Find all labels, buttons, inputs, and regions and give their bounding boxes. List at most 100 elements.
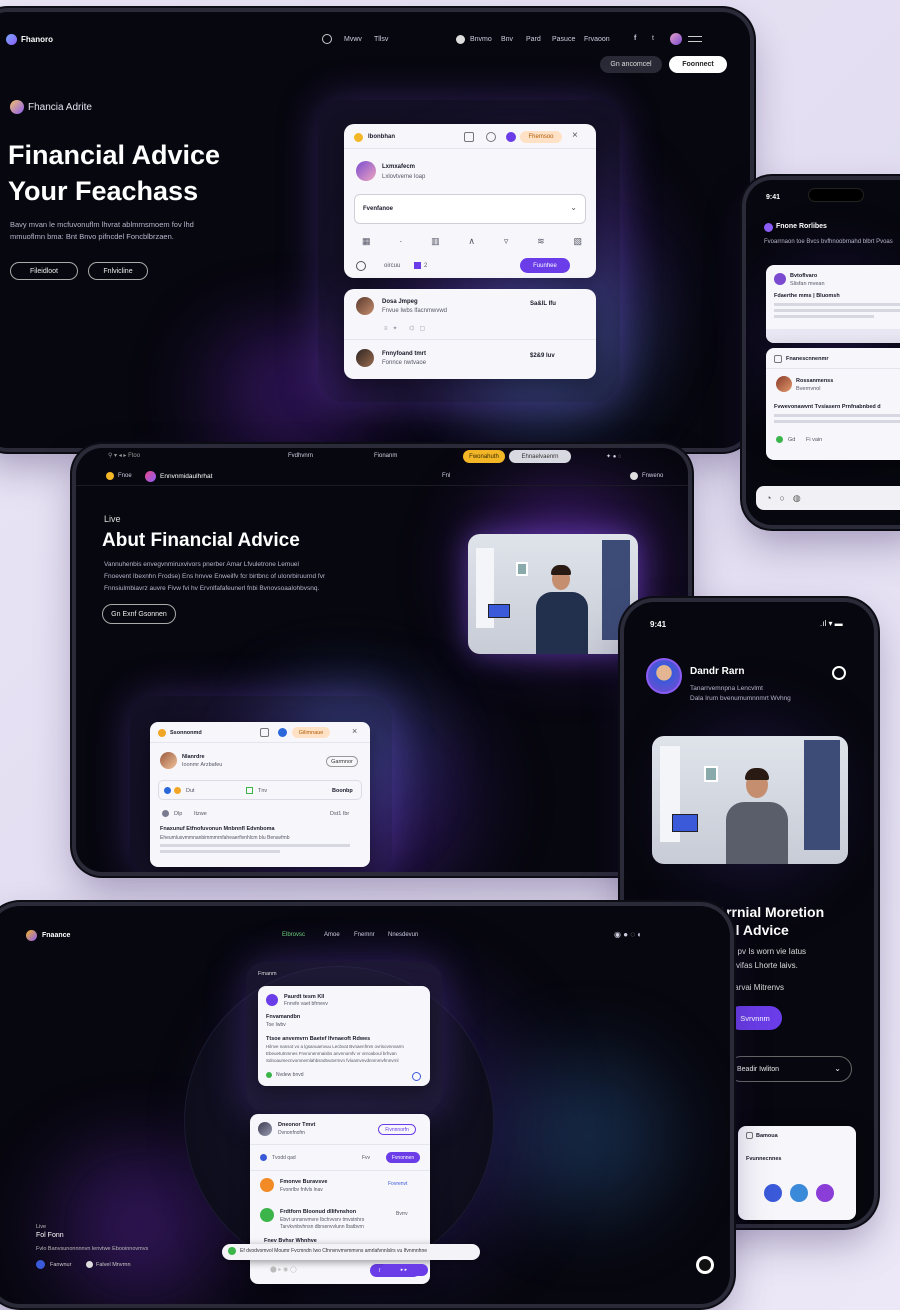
p2-cta-button[interactable]: Svrvnnm — [728, 1006, 782, 1030]
p2-mini-avatar-3[interactable] — [816, 1184, 834, 1202]
nav-right-1[interactable]: Bnvmo — [470, 36, 492, 43]
t3-brand[interactable]: Fnaance — [42, 932, 70, 939]
p2-mini-avatar-1[interactable] — [764, 1184, 782, 1202]
person-hair — [551, 565, 571, 575]
grid-icon[interactable]: ▧ — [573, 236, 582, 246]
tab-icon[interactable]: ◍ — [793, 493, 801, 504]
nav-right-5[interactable]: Frvaoon — [584, 36, 610, 43]
close-icon[interactable]: × — [572, 130, 578, 141]
t3-foot-2[interactable]: Falvel Mnvrnn — [96, 1262, 131, 1268]
globe-icon[interactable] — [322, 34, 332, 44]
t2-gold-button[interactable]: Fwonahuth — [463, 450, 505, 463]
t2-chip-icon-2[interactable] — [174, 787, 181, 794]
t2-grey-button[interactable]: Ehnaelvaenrn — [509, 450, 571, 463]
social-icon[interactable]: t — [652, 35, 654, 42]
t2-chip-icon-1[interactable] — [164, 787, 171, 794]
t3-widget2-name: Dneonor Tmvt — [278, 1122, 316, 1128]
list-name-2[interactable]: Fnnyfoand tmrt — [382, 351, 426, 357]
toggle-icon[interactable] — [356, 261, 366, 271]
t2-chip-icon-3[interactable] — [246, 787, 253, 794]
brand-name[interactable]: Fhanoro — [21, 35, 53, 44]
p2-advisor-photo[interactable] — [652, 736, 848, 864]
phone-device-1: 9:41 Fnone Rorlibes Fvoarrnaon toe Bvcs … — [746, 180, 900, 525]
hero-cta-2[interactable]: Fnlvicline — [88, 262, 148, 280]
dash-icon[interactable]: · — [399, 236, 402, 246]
p2-profile-avatar[interactable] — [646, 658, 682, 694]
t3-nav-2[interactable]: Amoe — [324, 932, 340, 938]
nav-right-2[interactable]: Bnv — [501, 36, 513, 43]
facebook-icon[interactable]: f — [634, 35, 636, 42]
t2-chip-1[interactable]: Dut — [186, 788, 195, 794]
profile-avatar[interactable] — [670, 33, 682, 45]
nav-right-3[interactable]: Pard — [526, 36, 541, 43]
share-icon[interactable]: ◔ — [766, 493, 771, 503]
t2-widget-icon-1[interactable] — [260, 728, 269, 737]
t3-bottom-cta[interactable]: ▸ ▸ — [380, 1264, 428, 1276]
t2-cta-button[interactable]: Gn Exnf Gsonnen — [102, 604, 176, 624]
t3-item1[interactable]: Fmonve Buravsve — [280, 1179, 327, 1185]
menu-icon[interactable] — [688, 36, 702, 42]
t3-widget2-badge[interactable]: Fivnnnorfn — [378, 1124, 416, 1135]
primary-nav-button[interactable]: Foonnect — [669, 56, 727, 73]
widget-icon-3[interactable] — [506, 132, 516, 142]
nav-link-1[interactable]: Mvwv — [344, 36, 362, 43]
list-meta-row: ≡ ✦ ⌬ ▢ — [384, 326, 426, 332]
widget-logo-icon — [354, 133, 363, 142]
t2-widget-icon-2[interactable] — [278, 728, 287, 737]
t3-nav-4[interactable]: Nnesdevun — [388, 932, 418, 938]
t2-nav-1[interactable]: Fvdhvnrn — [288, 453, 313, 459]
t2-widget-badge[interactable]: Gilimnaue — [292, 727, 330, 738]
t2-user-icon[interactable] — [630, 472, 638, 480]
widget-icon-2[interactable] — [486, 132, 496, 142]
user-icon[interactable] — [456, 35, 465, 44]
chart-icon[interactable]: ▥ — [431, 236, 440, 246]
chip-2[interactable]: Fi vain — [806, 437, 822, 443]
p2-search-icon[interactable] — [832, 666, 846, 680]
t3-home-button[interactable] — [696, 1256, 714, 1274]
graph-icon[interactable]: ≋ — [537, 236, 545, 246]
select-field[interactable]: Fvenfanoe ⌄ — [354, 194, 586, 224]
t3-window-icons[interactable]: ◉ ● ◌ ◐ — [614, 930, 642, 939]
t2-chip-3[interactable]: Boonbp — [332, 788, 353, 794]
t3-widget1-action-icon[interactable] — [412, 1072, 421, 1081]
booking-widget: Ibonbhan Fhemsoo × Lxmxafecm Lxlovtveme … — [344, 124, 596, 278]
list-name-1[interactable]: Dosa Jmpeg — [382, 299, 418, 305]
t3-foot-icon-1[interactable] — [36, 1260, 45, 1269]
checkbox-icon[interactable] — [414, 262, 421, 269]
t2-nav-right[interactable]: Fnweno — [642, 473, 663, 479]
chip-1[interactable]: Gd — [788, 437, 795, 443]
widget-icon-1[interactable] — [464, 132, 474, 142]
circle-icon[interactable]: ○ — [779, 493, 784, 503]
p2-dropdown[interactable]: Beadir Iwliton ⌄ — [728, 1056, 852, 1082]
t3-nav-1[interactable]: Elbrovsc — [282, 932, 305, 938]
calendar-icon[interactable]: ▦ — [362, 236, 371, 246]
t2-brand[interactable]: Fnoe — [118, 473, 132, 479]
secondary-nav-button[interactable]: Gn ancomcel — [600, 56, 662, 73]
t3-nav-3[interactable]: Fnemnr — [354, 932, 375, 938]
t2-widget-action[interactable]: Garmnor — [326, 756, 358, 767]
t2-nav-2[interactable]: Fionanm — [374, 453, 397, 459]
t2-brand2[interactable]: Ennvnmidaulhrhat — [160, 473, 212, 480]
nav-link-2[interactable]: Tllsv — [374, 36, 388, 43]
p2-mini-avatar-2[interactable] — [790, 1184, 808, 1202]
t3-search-bar[interactable]: Ef dvodvomvol Moumr Fvcmndn Iwo Cfnnvnvm… — [222, 1244, 480, 1260]
advisor-video-thumbnail[interactable] — [468, 534, 638, 654]
widget-action-button[interactable]: Fuunhee — [520, 258, 570, 273]
t3-item2[interactable]: Frdtforn Bloonud dllifvnshon — [280, 1209, 356, 1215]
chip-icon[interactable] — [776, 436, 783, 443]
p2-headline-2: ial Advice — [724, 922, 789, 938]
t3-foot-icon-2[interactable] — [86, 1261, 93, 1268]
nav-right-4[interactable]: Pasuce — [552, 36, 575, 43]
widget-badge[interactable]: Fhemsoo — [520, 131, 562, 143]
t3-row1-button[interactable]: Fvnonnen — [386, 1152, 420, 1163]
t2-close-icon[interactable]: × — [352, 726, 357, 736]
hero-cta-1[interactable]: Fileidloot — [10, 262, 78, 280]
t3-foot-1[interactable]: Fanwnur — [50, 1262, 71, 1268]
t3-item1-tag[interactable]: Fovrenvt — [388, 1181, 407, 1187]
person-sub: Lxlovtveme loap — [382, 174, 426, 180]
t3-item2-sub2: Tarvkvnbvhnsn dbrsenvvlunn Ibatbvrn — [280, 1224, 364, 1230]
t2-nav-3[interactable]: Fnl — [442, 473, 450, 479]
shield-icon[interactable]: ▿ — [504, 236, 509, 246]
arrow-icon[interactable]: ∧ — [468, 236, 475, 246]
t2-chip-2[interactable]: Tnv — [258, 788, 267, 794]
